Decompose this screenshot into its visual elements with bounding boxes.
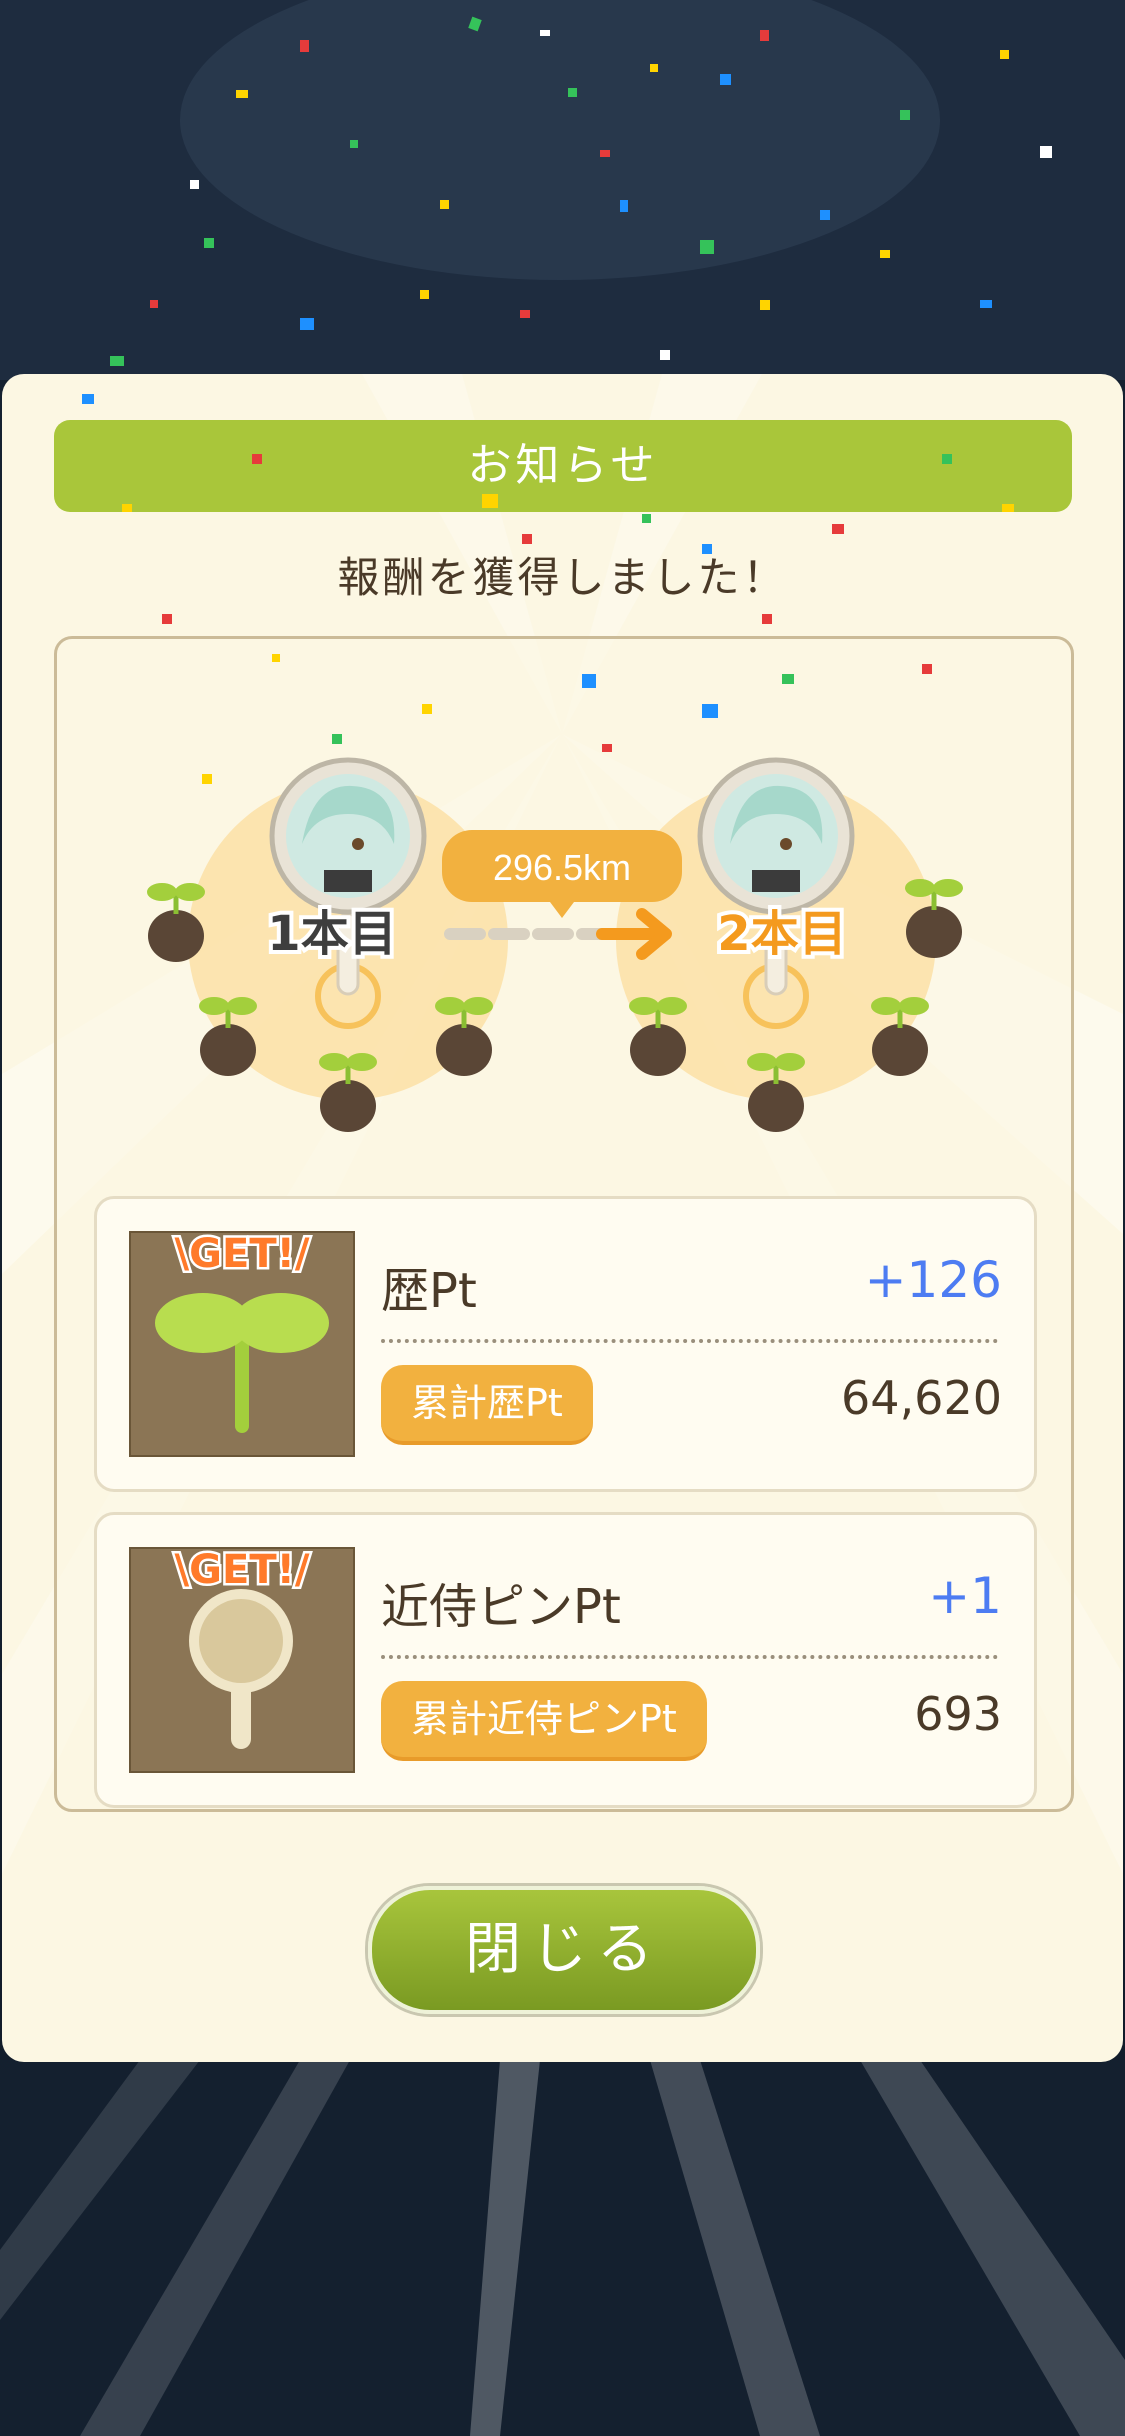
reward-label: 近侍ピンPt: [381, 1579, 621, 1635]
notification-dialog: お知らせ 報酬を獲得しました！ 296.5km 1本目 2本目 \GET!/ 歴…: [2, 374, 1123, 2062]
reward-gain: +1: [928, 1567, 1002, 1625]
reward-card-history-pt: \GET!/ 歴Pt +126 累計歴Pt 64,620: [94, 1196, 1037, 1492]
get-badge: \GET!/: [175, 1549, 310, 1593]
stage-lights-background: [0, 2060, 1125, 2436]
divider: [381, 1339, 998, 1343]
reward-gain: +126: [864, 1251, 1002, 1309]
confetti-overlay: [82, 394, 1014, 784]
get-badge: \GET!/: [175, 1233, 310, 1277]
reward-card-pin-pt: \GET!/ 近侍ピンPt +1 累計近侍ピンPt 693: [94, 1512, 1037, 1808]
reward-label: 歴Pt: [381, 1263, 477, 1319]
total-label-badge: 累計歴Pt: [381, 1365, 593, 1445]
confetti-background: [0, 0, 1125, 380]
close-button[interactable]: 閉じる: [368, 1886, 760, 2014]
pin-icon: \GET!/: [129, 1547, 355, 1773]
sprout-icon: \GET!/: [129, 1231, 355, 1457]
total-label-badge: 累計近侍ピンPt: [381, 1681, 707, 1761]
total-value: 693: [914, 1687, 1002, 1741]
divider: [381, 1655, 998, 1659]
total-value: 64,620: [841, 1371, 1002, 1425]
